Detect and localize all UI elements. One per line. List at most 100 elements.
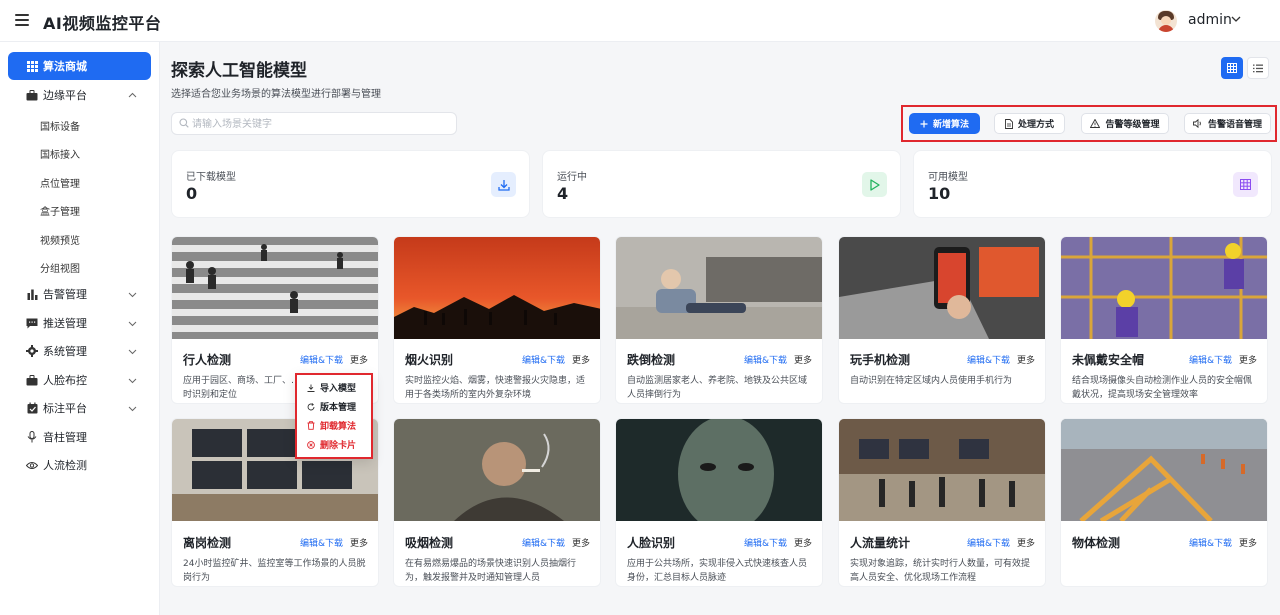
eye-icon <box>26 459 38 471</box>
card-title: 物体检测 <box>1072 536 1121 550</box>
sidebar-item-annotation[interactable]: 标注平台 <box>8 394 151 422</box>
add-algorithm-button[interactable]: 新增算法 <box>909 113 980 134</box>
trash-icon <box>307 421 315 430</box>
alarm-voice-button[interactable]: 告警语音管理 <box>1184 113 1271 134</box>
algorithm-card[interactable]: 物体检测 编辑&下载 更多 <box>1060 418 1268 587</box>
more-link[interactable]: 更多 <box>572 353 590 366</box>
card-description: 实现对象追踪，统计实时行人数量，可有效提高人员安全、优化现场工作流程 <box>850 559 1031 583</box>
menu-icon[interactable] <box>15 14 29 26</box>
edit-download-link[interactable]: 编辑&下载 <box>522 536 565 549</box>
more-link[interactable]: 更多 <box>572 536 590 549</box>
sidebar-subitem[interactable]: 国标接入 <box>40 146 80 161</box>
sidebar-subitem[interactable]: 分组视图 <box>40 260 80 275</box>
sidebar-item-label: 标注平台 <box>43 402 87 415</box>
stat-value: 4 <box>557 184 569 203</box>
edit-download-link[interactable]: 编辑&下载 <box>744 353 787 366</box>
sidebar-subitem[interactable]: 视频预览 <box>40 232 80 247</box>
stat-card-available: 可用模型 10 <box>913 150 1272 218</box>
grid-view-button[interactable] <box>1221 57 1243 79</box>
username[interactable]: admin <box>1188 12 1232 28</box>
edit-download-link[interactable]: 编辑&下载 <box>300 353 343 366</box>
alarm-level-label: 告警等级管理 <box>1105 120 1160 130</box>
more-link[interactable]: 更多 <box>1017 353 1035 366</box>
download-icon <box>491 172 516 197</box>
card-image-phone <box>839 237 1045 339</box>
card-description: 自动识别在特定区域内人员使用手机行为 <box>850 376 1013 386</box>
add-algorithm-label: 新增算法 <box>932 120 969 130</box>
card-description: 24小时监控矿井、监控室等工作场景的人员脱岗行为 <box>183 559 366 583</box>
edit-download-link[interactable]: 编辑&下载 <box>522 353 565 366</box>
algorithm-card[interactable]: 吸烟检测 编辑&下载 更多 在有易燃易爆品的场景快速识别人员抽烟行为，触发报警并… <box>393 418 601 587</box>
edit-download-link[interactable]: 编辑&下载 <box>967 536 1010 549</box>
card-description: 结合现场摄像头自动检测作业人员的安全帽佩戴状况，提高现场安全管理效率 <box>1072 376 1253 400</box>
card-title: 行人检测 <box>183 353 232 367</box>
more-link[interactable]: 更多 <box>1239 536 1257 549</box>
sidebar-item-algorithm-store[interactable]: 算法商城 <box>8 52 151 80</box>
more-link[interactable]: 更多 <box>1239 353 1257 366</box>
sidebar-item-speaker[interactable]: 音柱管理 <box>8 423 151 451</box>
more-link[interactable]: 更多 <box>794 536 812 549</box>
edit-download-link[interactable]: 编辑&下载 <box>744 536 787 549</box>
sidebar-subitem[interactable]: 点位管理 <box>40 175 80 190</box>
algorithm-card[interactable]: 人脸识别 编辑&下载 更多 应用于公共场所，实现非侵入式快速核查人员身份，汇总目… <box>615 418 823 587</box>
menu-item-version-manage[interactable]: 版本管理 <box>307 400 356 413</box>
page-title: 探索人工智能模型 <box>171 61 307 81</box>
sidebar-item-system[interactable]: 系统管理 <box>8 337 151 365</box>
sidebar-item-face[interactable]: 人脸布控 <box>8 366 151 394</box>
processing-method-label: 处理方式 <box>1017 120 1054 130</box>
list-icon <box>1253 64 1263 72</box>
algorithm-card[interactable]: 未佩戴安全帽 编辑&下载 更多 结合现场摄像头自动检测作业人员的安全帽佩戴状况，… <box>1060 236 1268 404</box>
list-view-button[interactable] <box>1247 57 1269 79</box>
gear-icon <box>26 345 38 357</box>
algorithm-card[interactable]: 玩手机检测 编辑&下载 更多 自动识别在特定区域内人员使用手机行为 <box>838 236 1046 404</box>
menu-item-delete-card[interactable]: 删除卡片 <box>307 438 356 451</box>
menu-item-uninstall[interactable]: 卸载算法 <box>307 419 356 432</box>
chevron-up-icon <box>128 92 137 97</box>
grid-icon <box>1233 172 1258 197</box>
stat-label: 可用模型 <box>928 172 968 183</box>
algorithm-card[interactable]: 人流量统计 编辑&下载 更多 实现对象追踪，统计实时行人数量，可有效提高人员安全… <box>838 418 1046 587</box>
chevron-down-icon <box>128 406 137 411</box>
card-image-helmet <box>1061 237 1267 339</box>
message-icon <box>26 317 38 329</box>
menu-item-label: 卸载算法 <box>320 422 357 432</box>
card-title: 未佩戴安全帽 <box>1072 353 1145 367</box>
sidebar-item-alarm[interactable]: 告警管理 <box>8 280 151 308</box>
chevron-down-icon <box>128 321 137 326</box>
alarm-level-button[interactable]: 告警等级管理 <box>1081 113 1169 134</box>
more-dropdown-menu: 导入模型 版本管理 卸载算法 删除卡片 <box>295 373 373 459</box>
algorithm-card[interactable]: 跌倒检测 编辑&下载 更多 自动监测居家老人、养老院、地铁及公共区域人员摔倒行为 <box>615 236 823 404</box>
edit-download-link[interactable]: 编辑&下载 <box>1189 353 1232 366</box>
avatar[interactable] <box>1155 10 1177 32</box>
more-link[interactable]: 更多 <box>794 353 812 366</box>
sidebar-item-label: 人脸布控 <box>43 374 87 387</box>
more-link[interactable]: 更多 <box>350 536 368 549</box>
stat-card-running: 运行中 4 <box>542 150 901 218</box>
sidebar-subitem[interactable]: 国标设备 <box>40 118 80 133</box>
edit-download-link[interactable]: 编辑&下载 <box>967 353 1010 366</box>
sidebar-item-push[interactable]: 推送管理 <box>8 309 151 337</box>
more-link[interactable]: 更多 <box>350 353 368 366</box>
grid-icon <box>26 60 38 72</box>
edit-download-link[interactable]: 编辑&下载 <box>300 536 343 549</box>
sidebar-item-crowd[interactable]: 人流检测 <box>8 451 151 479</box>
sidebar-subitem[interactable]: 盒子管理 <box>40 203 80 218</box>
menu-item-import-model[interactable]: 导入模型 <box>307 381 356 394</box>
algorithm-card[interactable]: 烟火识别 编辑&下载 更多 实时监控火焰、烟雾，快速警报火灾隐患，适用于各类场所… <box>393 236 601 404</box>
processing-method-button[interactable]: 处理方式 <box>994 113 1065 134</box>
search-icon <box>179 118 189 128</box>
menu-item-label: 版本管理 <box>320 403 357 413</box>
search-input-wrapper[interactable] <box>171 112 457 135</box>
more-link[interactable]: 更多 <box>1017 536 1035 549</box>
card-description: 自动监测居家老人、养老院、地铁及公共区域人员摔倒行为 <box>627 376 808 400</box>
document-icon <box>1005 118 1013 129</box>
sidebar-item-edge-platform[interactable]: 边缘平台 <box>8 81 151 109</box>
microphone-icon <box>26 431 38 443</box>
sidebar: 算法商城 边缘平台 国标设备 国标接入 点位管理 盒子管理 视频预览 分组视图 … <box>0 42 160 615</box>
card-image-fire <box>394 237 600 339</box>
stat-label: 已下载模型 <box>186 172 236 183</box>
edit-download-link[interactable]: 编辑&下载 <box>1189 536 1232 549</box>
play-icon <box>862 172 887 197</box>
search-input[interactable] <box>192 116 447 132</box>
chevron-down-icon[interactable] <box>1231 14 1241 24</box>
